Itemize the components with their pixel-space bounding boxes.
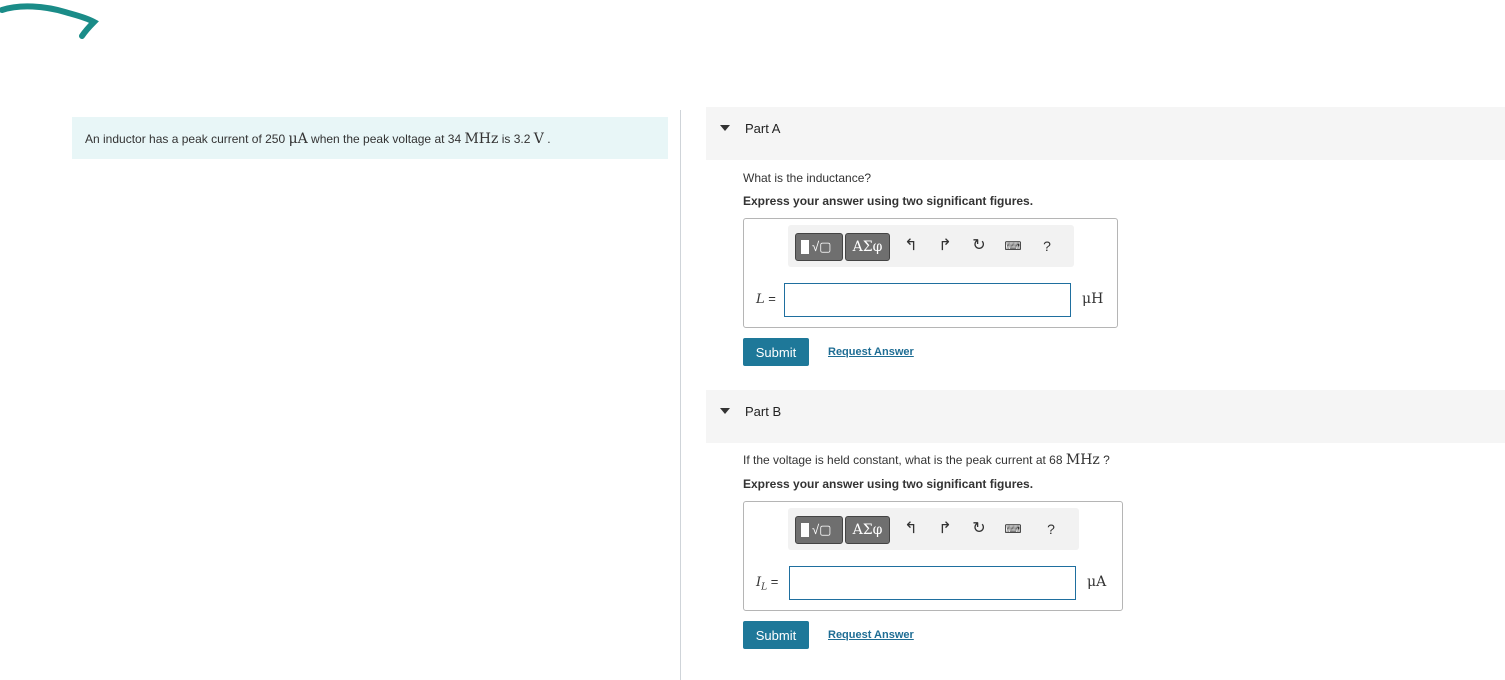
redo-icon[interactable]: ↱ (934, 518, 956, 540)
part-b-variable-label: IL = (756, 574, 778, 593)
column-divider (680, 110, 681, 680)
part-b-answer-input[interactable] (789, 566, 1076, 600)
equals-sign: = (764, 291, 776, 306)
undo-icon[interactable]: ↰ (900, 518, 922, 540)
radical-icon: √▢ (812, 522, 832, 537)
templates-button[interactable]: √▢ (795, 516, 843, 544)
part-a-answer-box: √▢ ΑΣφ ↰ ↱ ↻ ⌨ ? L = μH (743, 218, 1118, 328)
collapse-caret-icon[interactable] (720, 125, 730, 131)
part-b-answer-box: √▢ ΑΣφ ↰ ↱ ↻ ⌨ ? IL = μA (743, 501, 1123, 611)
undo-icon[interactable]: ↰ (900, 235, 922, 257)
problem-current-unit: μA (288, 131, 308, 147)
part-b-question-unit: MHz (1065, 452, 1100, 468)
part-b-request-answer-link[interactable]: Request Answer (828, 629, 914, 641)
part-a-title: Part A (745, 121, 781, 136)
problem-text-1: An inductor has a peak current of 250 (85, 132, 289, 146)
part-b-question-text: If the voltage is held constant, what is… (743, 453, 1066, 467)
template-square-icon (801, 523, 809, 537)
problem-text-3: is 3.2 (498, 132, 534, 146)
help-icon[interactable]: ? (1038, 235, 1056, 257)
template-square-icon (801, 240, 809, 254)
collapse-caret-icon[interactable] (720, 408, 730, 414)
radical-icon: √▢ (812, 239, 832, 254)
problem-text-2: when the peak voltage at 34 (307, 132, 465, 146)
keyboard-icon[interactable]: ⌨ (1002, 235, 1024, 257)
keyboard-icon[interactable]: ⌨ (1002, 518, 1024, 540)
greek-symbols-button[interactable]: ΑΣφ (845, 516, 890, 544)
part-b-title: Part B (745, 404, 782, 419)
equals-sign: = (767, 574, 779, 589)
part-a-submit-button[interactable]: Submit (743, 338, 809, 366)
part-a-unit: μH (1082, 291, 1104, 307)
reset-icon[interactable]: ↻ (968, 518, 990, 540)
part-a-request-answer-link[interactable]: Request Answer (828, 346, 914, 358)
part-b-header[interactable]: Part B (706, 390, 1505, 443)
part-b-question: If the voltage is held constant, what is… (743, 452, 1110, 468)
help-icon[interactable]: ? (1042, 518, 1060, 540)
problem-voltage-unit: V (533, 131, 544, 147)
templates-button[interactable]: √▢ (795, 233, 843, 261)
part-b-submit-button[interactable]: Submit (743, 621, 809, 649)
part-b-unit: μA (1087, 574, 1107, 590)
problem-freq-unit: MHz (464, 131, 499, 147)
part-a-variable-label: L = (756, 291, 776, 310)
scribble-mark (0, 3, 99, 39)
part-a-question-text: What is the inductance? (743, 171, 872, 185)
problem-text-4: . (543, 132, 551, 146)
part-a-answer-input[interactable] (784, 283, 1071, 317)
reset-icon[interactable]: ↻ (968, 235, 990, 257)
part-a-header[interactable]: Part A (706, 107, 1505, 160)
part-a-instruction: Express your answer using two significan… (743, 194, 1034, 208)
part-a-question: What is the inductance? (743, 170, 871, 186)
problem-statement: An inductor has a peak current of 250 μA… (72, 117, 668, 159)
greek-symbols-button[interactable]: ΑΣφ (845, 233, 890, 261)
math-toolbar: √▢ ΑΣφ ↰ ↱ ↻ ⌨ ? (788, 225, 1074, 267)
part-b-instruction: Express your answer using two significan… (743, 477, 1034, 491)
redo-icon[interactable]: ↱ (934, 235, 956, 257)
math-toolbar: √▢ ΑΣφ ↰ ↱ ↻ ⌨ ? (788, 508, 1079, 550)
part-b-question-end: ? (1099, 453, 1110, 467)
variable-symbol: L (756, 292, 765, 307)
